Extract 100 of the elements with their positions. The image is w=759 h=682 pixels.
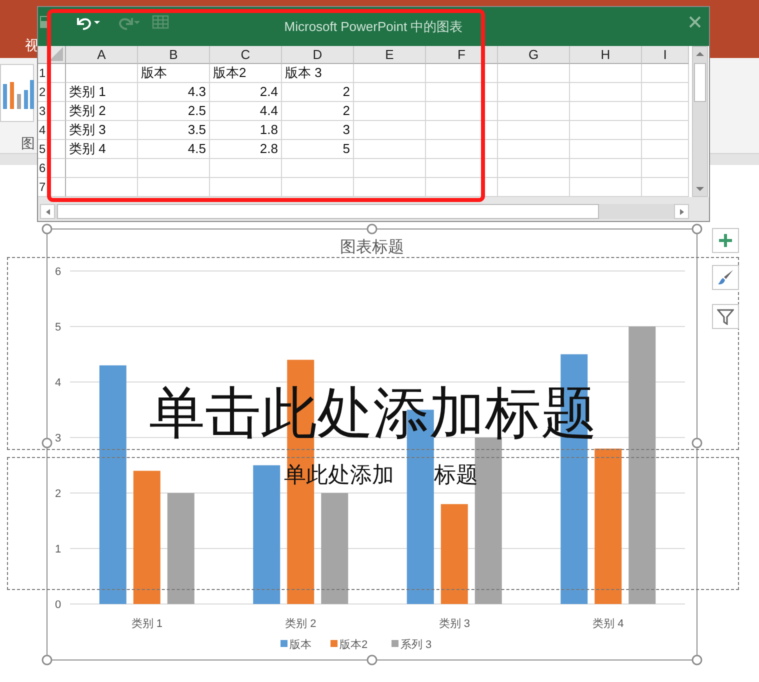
table-cell	[498, 83, 570, 102]
table-cell	[426, 121, 498, 140]
table-cell	[570, 102, 642, 121]
table-cell: 版本2	[210, 64, 282, 83]
close-icon[interactable]	[689, 16, 701, 28]
legend-item: 系列 3	[392, 639, 432, 651]
table-cell	[354, 121, 426, 140]
table-icon[interactable]	[152, 15, 169, 29]
table-cell	[426, 178, 498, 197]
right-arrow-icon[interactable]	[678, 208, 686, 216]
resize-handle[interactable]	[692, 224, 702, 234]
table-cell: 4.4	[210, 102, 282, 121]
vertical-scrollbar[interactable]	[692, 46, 708, 197]
table-cell: 版本 3	[282, 64, 354, 83]
table-cell	[642, 64, 689, 83]
table-cell	[138, 178, 210, 197]
table-cell: 类别 2	[66, 102, 138, 121]
legend-item: 版本	[280, 639, 312, 651]
table-cell	[498, 64, 570, 83]
resize-handle[interactable]	[42, 438, 52, 448]
column-header[interactable]: A	[66, 46, 138, 64]
table-cell	[66, 178, 138, 197]
axis-label: 3	[54, 432, 62, 444]
column-header[interactable]: H	[570, 46, 642, 64]
table-cell	[570, 121, 642, 140]
table-cell	[426, 159, 498, 178]
table-cell: 4.5	[138, 140, 210, 159]
table-cell	[570, 140, 642, 159]
table-cell: 3.5	[138, 121, 210, 140]
resize-handle[interactable]	[42, 654, 52, 666]
undo-icon[interactable]	[74, 15, 100, 31]
table-cell: 类别 4	[66, 140, 138, 159]
table-cell: 2	[282, 102, 354, 121]
plus-icon	[718, 233, 733, 248]
table-cell	[354, 83, 426, 102]
window-title: Microsoft PowerPoint 中的图表	[283, 18, 464, 36]
table-cell	[138, 159, 210, 178]
table-cell	[354, 178, 426, 197]
table-cell: 类别 1	[66, 83, 138, 102]
axis-label: 2	[54, 488, 62, 500]
table-cell	[498, 140, 570, 159]
table-cell	[570, 83, 642, 102]
table-cell	[66, 64, 138, 83]
resize-handle[interactable]	[692, 438, 702, 448]
column-header[interactable]: C	[210, 46, 282, 64]
table-cell: 2.4	[210, 83, 282, 102]
filter-icon	[717, 308, 734, 325]
table-cell	[210, 159, 282, 178]
chart-style-button[interactable]	[712, 265, 739, 290]
legend-label: 版本2	[340, 638, 368, 651]
category-label: 类别 4	[592, 618, 624, 630]
category-label: 类别 1	[131, 618, 162, 630]
horizontal-scrollbar[interactable]	[40, 204, 689, 219]
axis-label: 5	[54, 322, 62, 334]
table-cell	[354, 102, 426, 121]
save-icon[interactable]	[40, 16, 48, 28]
resize-handle[interactable]	[42, 224, 52, 234]
resize-handle[interactable]	[366, 654, 378, 666]
table-cell	[426, 64, 498, 83]
table-cell: 版本	[138, 64, 210, 83]
table-cell: 3	[282, 121, 354, 140]
table-cell	[498, 178, 570, 197]
table-cell	[426, 140, 498, 159]
table-cell	[570, 178, 642, 197]
table-cell: 5	[282, 140, 354, 159]
column-header[interactable]: E	[354, 46, 426, 64]
add-element-button[interactable]	[712, 228, 739, 253]
table-cell: 2.8	[210, 140, 282, 159]
table-cell	[354, 159, 426, 178]
table-cell	[498, 159, 570, 178]
subtitle-placeholder[interactable]	[7, 457, 739, 590]
column-header[interactable]: B	[138, 46, 210, 64]
table-cell	[570, 159, 642, 178]
category-label: 类别 2	[285, 618, 316, 630]
subtitle-text: 标题	[434, 461, 478, 489]
table-cell	[210, 178, 282, 197]
table-cell	[642, 83, 689, 102]
left-arrow-icon[interactable]	[44, 208, 52, 216]
column-header[interactable]: I	[642, 46, 689, 64]
resize-handle[interactable]	[692, 654, 702, 666]
legend-label: 版本	[290, 638, 312, 651]
resize-handle[interactable]	[366, 224, 378, 234]
scroll-thumb[interactable]	[694, 63, 706, 102]
column-header[interactable]: G	[498, 46, 570, 64]
column-header[interactable]: F	[426, 46, 498, 64]
triangle-icon[interactable]	[49, 47, 63, 61]
chart-thumbnail[interactable]	[0, 64, 34, 122]
table-cell	[642, 159, 689, 178]
chart-filter-button[interactable]	[712, 304, 739, 329]
table-cell	[66, 159, 138, 178]
table-cell	[426, 102, 498, 121]
table-cell	[498, 102, 570, 121]
column-header[interactable]: D	[282, 46, 354, 64]
table-cell: 4.3	[138, 83, 210, 102]
axis-label: 4	[54, 377, 62, 389]
scroll-thumb[interactable]	[57, 204, 599, 219]
table-cell	[642, 140, 689, 159]
chart-title[interactable]: 图表标题	[340, 239, 404, 256]
chart-frame[interactable]	[46, 228, 698, 660]
legend-label: 系列 3	[400, 638, 432, 651]
